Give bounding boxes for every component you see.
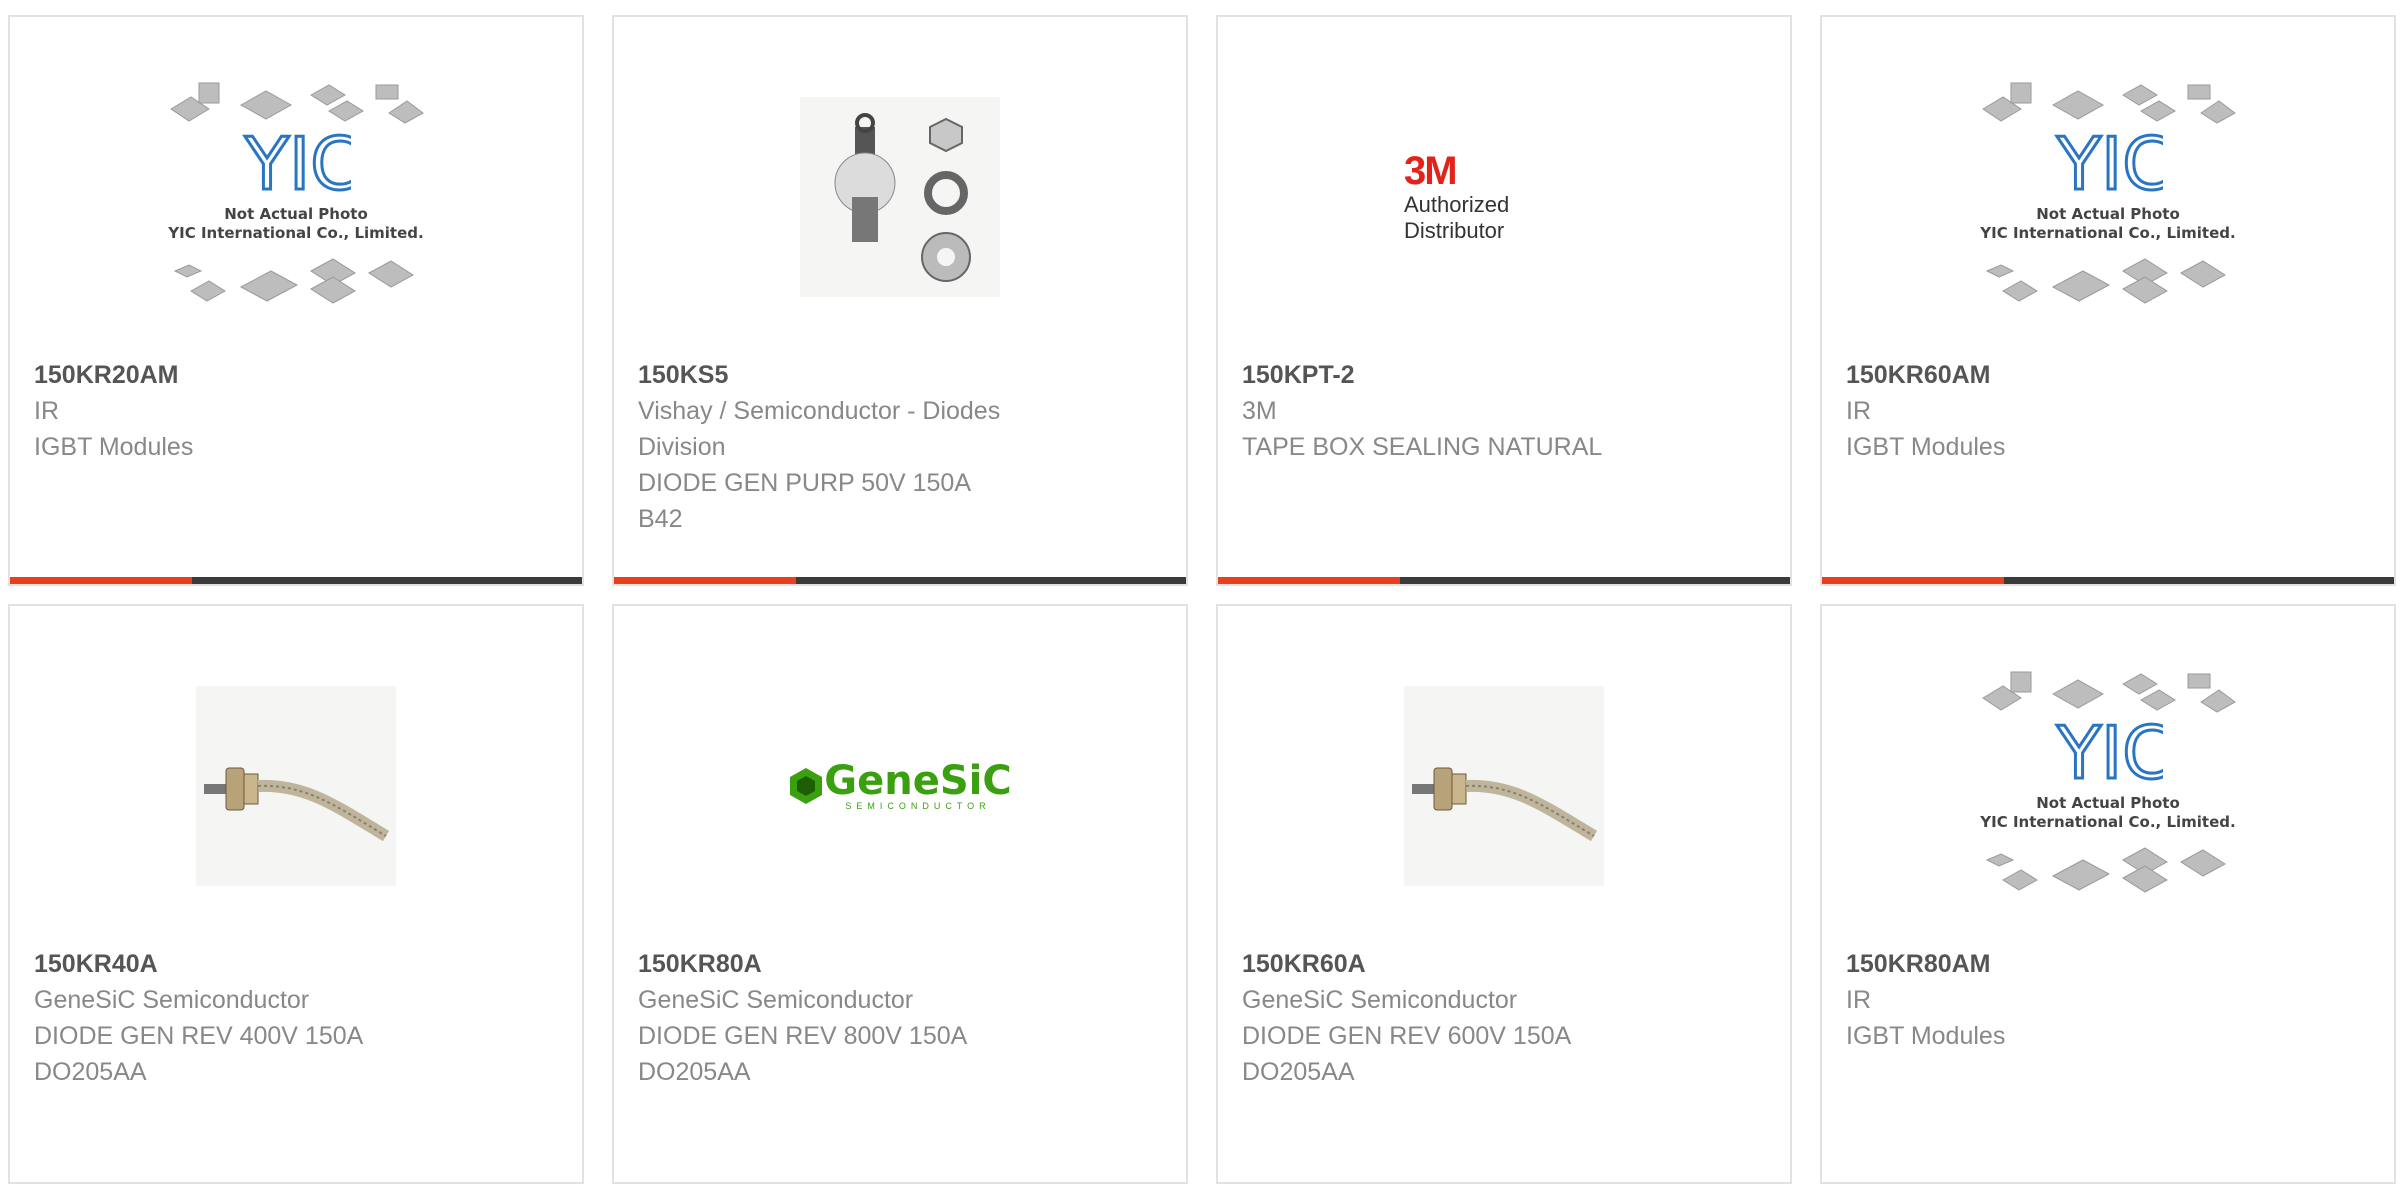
part-number[interactable]: 150KR60AM	[1846, 357, 2370, 393]
part-number[interactable]: 150KR60A	[1242, 946, 1766, 982]
product-image[interactable]: YIC Not Actual Photo YIC International C…	[10, 77, 582, 317]
manufacturer: IR	[1846, 986, 1871, 1014]
yic-logo: YIC	[241, 121, 363, 208]
yic-caption: Not Actual Photo YIC International Co., …	[1980, 205, 2236, 242]
manufacturer-cont: Division	[638, 433, 726, 461]
product-card[interactable]: 3M Authorized Distributor 150KPT-2 3M TA…	[1216, 15, 1792, 586]
product-info: 150KR20AM IR IGBT Modules	[34, 357, 558, 465]
yic-placeholder-image: YIC Not Actual Photo YIC International C…	[1973, 77, 2243, 317]
stud-diode-photo	[800, 97, 1000, 297]
description: IGBT Modules	[34, 433, 194, 461]
part-number[interactable]: 150KR80A	[638, 946, 1162, 982]
svg-text:YIC: YIC	[2056, 714, 2163, 788]
manufacturer: GeneSiC Semiconductor	[1242, 986, 1518, 1014]
stud-diode-braided-photo	[1404, 686, 1604, 886]
genesic-hex-icon	[790, 768, 823, 804]
product-image[interactable]: YIC Not Actual Photo YIC International C…	[1822, 77, 2394, 317]
manufacturer: IR	[1846, 397, 1871, 425]
package: B42	[638, 505, 683, 533]
product-info: 150KPT-2 3M TAPE BOX SEALING NATURAL	[1242, 357, 1766, 465]
genesic-logo: GeneSiC SEMICONDUCTOR	[788, 761, 1012, 811]
product-card[interactable]: YIC Not Actual Photo YIC International C…	[1820, 15, 2396, 586]
product-info: 150KS5 Vishay / Semiconductor - Diodes D…	[638, 357, 1162, 537]
product-card[interactable]: 150KR60A GeneSiC Semiconductor DIODE GEN…	[1216, 604, 1792, 1184]
card-accent	[614, 577, 796, 584]
product-image[interactable]: YIC Not Actual Photo YIC International C…	[1822, 666, 2394, 906]
yic-placeholder-image: YIC Not Actual Photo YIC International C…	[161, 77, 431, 317]
product-info: 150KR60AM IR IGBT Modules	[1846, 357, 2370, 465]
card-bottom-bar	[10, 577, 582, 584]
product-image[interactable]	[614, 77, 1186, 317]
product-card[interactable]: YIC Not Actual Photo YIC International C…	[8, 15, 584, 586]
product-info: 150KR80AM IR IGBT Modules	[1846, 946, 2370, 1054]
yic-logo: YIC	[2053, 710, 2175, 797]
product-info: 150KR40A GeneSiC Semiconductor DIODE GEN…	[34, 946, 558, 1090]
card-bottom-bar	[1218, 577, 1790, 584]
product-card[interactable]: YIC Not Actual Photo YIC International C…	[1820, 604, 2396, 1184]
product-card[interactable]: GeneSiC SEMICONDUCTOR 150KR80A GeneSiC S…	[612, 604, 1188, 1184]
description: IGBT Modules	[1846, 433, 2006, 461]
description: DIODE GEN REV 600V 150A	[1242, 1022, 1572, 1050]
part-number[interactable]: 150KR20AM	[34, 357, 558, 393]
stud-diode-icon	[834, 113, 971, 282]
description: TAPE BOX SEALING NATURAL	[1242, 433, 1603, 461]
manufacturer: GeneSiC Semiconductor	[34, 986, 310, 1014]
yic-placeholder-image: YIC Not Actual Photo YIC International C…	[1973, 666, 2243, 906]
part-number[interactable]: 150KR40A	[34, 946, 558, 982]
description: DIODE GEN REV 400V 150A	[34, 1022, 364, 1050]
yic-logo: YIC	[2053, 121, 2175, 208]
card-accent	[1822, 577, 2004, 584]
package: DO205AA	[34, 1058, 147, 1086]
product-image[interactable]	[10, 666, 582, 906]
3m-logo: 3M Authorized Distributor	[1404, 149, 1510, 243]
card-bottom-bar	[614, 577, 1186, 584]
part-number[interactable]: 150KPT-2	[1242, 357, 1766, 393]
card-accent	[10, 577, 192, 584]
product-info: 150KR60A GeneSiC Semiconductor DIODE GEN…	[1242, 946, 1766, 1090]
package: DO205AA	[1242, 1058, 1355, 1086]
product-image[interactable]	[1218, 666, 1790, 906]
manufacturer: GeneSiC Semiconductor	[638, 986, 914, 1014]
stud-diode-braided-icon	[204, 767, 390, 842]
part-number[interactable]: 150KS5	[638, 357, 1162, 393]
product-image[interactable]: 3M Authorized Distributor	[1218, 77, 1790, 317]
description: DIODE GEN PURP 50V 150A	[638, 469, 972, 497]
product-card[interactable]: 150KS5 Vishay / Semiconductor - Diodes D…	[612, 15, 1188, 586]
yic-caption: Not Actual Photo YIC International Co., …	[168, 205, 424, 242]
svg-text:YIC: YIC	[2056, 125, 2163, 199]
product-card[interactable]: 150KR40A GeneSiC Semiconductor DIODE GEN…	[8, 604, 584, 1184]
stud-diode-braided-photo	[196, 686, 396, 886]
card-bottom-bar	[1822, 577, 2394, 584]
yic-caption: Not Actual Photo YIC International Co., …	[1980, 794, 2236, 831]
manufacturer: 3M	[1242, 397, 1277, 425]
part-number[interactable]: 150KR80AM	[1846, 946, 2370, 982]
stud-diode-braided-icon	[1412, 767, 1598, 842]
description: IGBT Modules	[1846, 1022, 2006, 1050]
product-info: 150KR80A GeneSiC Semiconductor DIODE GEN…	[638, 946, 1162, 1090]
card-accent	[1218, 577, 1400, 584]
svg-text:YIC: YIC	[244, 125, 351, 199]
product-image[interactable]: GeneSiC SEMICONDUCTOR	[614, 666, 1186, 906]
description: DIODE GEN REV 800V 150A	[638, 1022, 968, 1050]
package: DO205AA	[638, 1058, 751, 1086]
manufacturer: IR	[34, 397, 59, 425]
manufacturer: Vishay / Semiconductor - Diodes	[638, 397, 1001, 425]
